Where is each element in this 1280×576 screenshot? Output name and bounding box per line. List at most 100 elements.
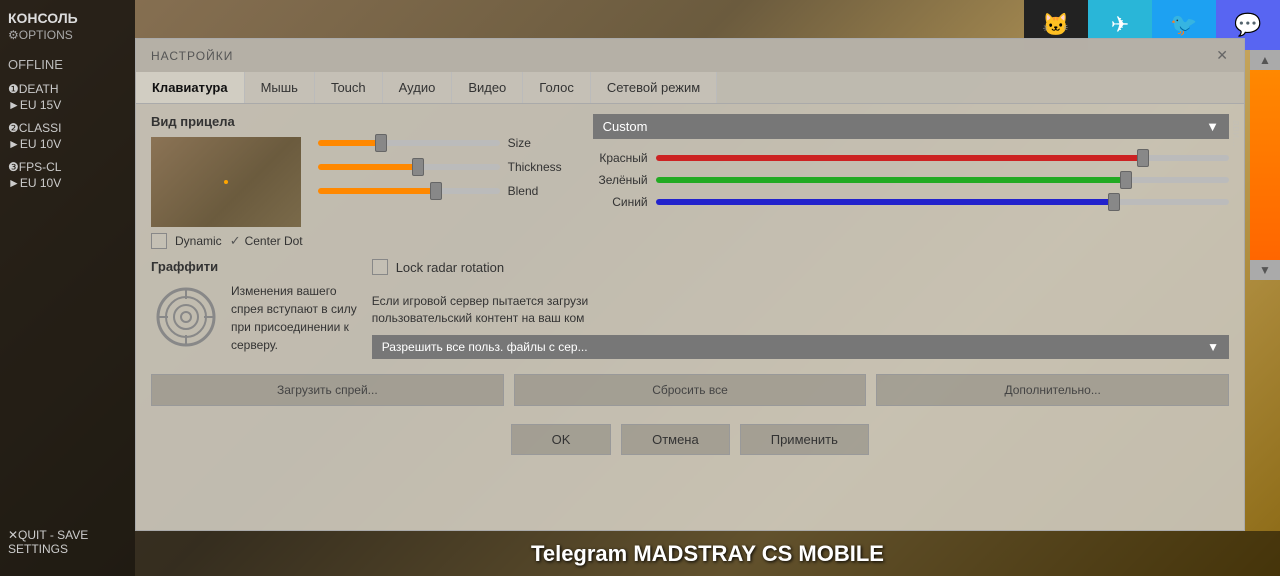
size-slider-row: Size [318, 136, 578, 150]
blue-slider-fill [656, 199, 1115, 205]
color-swatch [1250, 70, 1280, 260]
graffiti-info-text: Изменения вашегоспрея вступают в силупри… [231, 282, 357, 354]
graffiti-content: Изменения вашегоспрея вступают в силупри… [151, 282, 357, 354]
settings-tabs: Клавиатура Мышь Touch Аудио Видео Голос … [136, 72, 1244, 104]
center-dot-label: Center Dot [245, 234, 303, 248]
apply-button[interactable]: Применить [740, 424, 869, 455]
blue-slider-track[interactable] [656, 199, 1229, 205]
server-address-2: ►EU 10V [8, 137, 61, 151]
tab-keyboard[interactable]: Клавиатура [136, 72, 245, 103]
server-number-3: ❸ [8, 160, 19, 174]
console-title: КОНСОЛЬ [8, 10, 127, 26]
scroll-down-arrow[interactable]: ▼ [1250, 260, 1280, 280]
blend-slider-row: Blend [318, 184, 578, 198]
blue-label: Синий [593, 195, 648, 209]
modal-title-bar: НАСТРОЙКИ ✕ [136, 39, 1244, 72]
lock-radar-label: Lock radar rotation [396, 260, 504, 275]
server-dropdown-label: Разрешить все польз. файлы с сер... [382, 340, 588, 354]
center-dot-row: ✓ Center Dot [230, 233, 303, 249]
confirm-buttons-row: OK Отмена Применить [136, 416, 1244, 463]
dynamic-row: Dynamic ✓ Center Dot [151, 233, 303, 249]
crosshair-dot [224, 180, 228, 184]
blend-slider-track[interactable] [318, 188, 500, 194]
dynamic-checkbox[interactable] [151, 233, 167, 249]
blend-slider-fill [318, 188, 436, 194]
additional-button[interactable]: Дополнительно... [876, 374, 1229, 406]
reset-all-button[interactable]: Сбросить все [514, 374, 867, 406]
red-label: Красный [593, 151, 648, 165]
red-slider-fill [656, 155, 1143, 161]
ok-button[interactable]: OK [511, 424, 611, 455]
action-buttons-row: Загрузить спрей... Сбросить все Дополнит… [136, 364, 1244, 416]
graffiti-section: Граффити Изменения ва [151, 259, 357, 359]
thickness-slider-row: Thickness [318, 160, 578, 174]
green-slider-track[interactable] [656, 177, 1229, 183]
custom-dropdown-label: Custom [603, 119, 648, 134]
graffiti-icon [151, 282, 221, 352]
custom-dropdown-arrow: ▼ [1206, 119, 1219, 134]
tab-mouse[interactable]: Мышь [245, 72, 315, 103]
red-color-row: Красный [593, 151, 1229, 165]
server-name-3: FPS-CL [19, 160, 62, 174]
right-lower-section: Lock radar rotation Если игровой сервер … [372, 259, 1229, 359]
server-number-1: ❶ [8, 82, 19, 96]
size-slider-thumb[interactable] [375, 134, 387, 152]
crosshair-label: Вид прицела [151, 114, 303, 129]
sliders-section: Size Thickness Blend [318, 114, 578, 249]
server-dropdown[interactable]: Разрешить все польз. файлы с сер... ▼ [372, 335, 1229, 359]
quit-button[interactable]: ✕QUIT - SAVE SETTINGS [8, 528, 135, 556]
thickness-slider-fill [318, 164, 418, 170]
size-slider-fill [318, 140, 382, 146]
server-section: Если игровой сервер пытается загрузиполь… [372, 293, 1229, 359]
thickness-label: Thickness [508, 160, 578, 174]
tab-voice[interactable]: Голос [523, 72, 591, 103]
cancel-button[interactable]: Отмена [621, 424, 730, 455]
red-slider-track[interactable] [656, 155, 1229, 161]
options-label[interactable]: ⚙OPTIONS [8, 28, 127, 42]
blend-slider-thumb[interactable] [430, 182, 442, 200]
green-slider-fill [656, 177, 1126, 183]
modal-main-content: Вид прицела Dynamic ✓ Center Dot Size [136, 104, 1244, 254]
server-name-1: DEATH [19, 82, 59, 96]
crosshair-preview [151, 137, 301, 227]
blend-label: Blend [508, 184, 578, 198]
offline-status: OFFLINE [8, 57, 127, 72]
green-slider-thumb[interactable] [1120, 171, 1132, 189]
load-spray-button[interactable]: Загрузить спрей... [151, 374, 504, 406]
size-label: Size [508, 136, 578, 150]
server-item-1[interactable]: ❶DEATH ►EU 15V [8, 82, 127, 113]
lower-section: Граффити Изменения ва [136, 254, 1244, 364]
thickness-slider-thumb[interactable] [412, 158, 424, 176]
server-number-2: ❷ [8, 121, 19, 135]
scroll-up-arrow[interactable]: ▲ [1250, 50, 1280, 70]
thickness-slider-track[interactable] [318, 164, 500, 170]
server-item-3[interactable]: ❸FPS-CL ►EU 10V [8, 160, 127, 191]
tab-touch[interactable]: Touch [315, 72, 383, 103]
modal-title-text: НАСТРОЙКИ [151, 49, 233, 63]
lock-radar-checkbox[interactable] [372, 259, 388, 275]
server-info-text: Если игровой сервер пытается загрузиполь… [372, 293, 1229, 327]
green-color-row: Зелёный [593, 173, 1229, 187]
sidebar: КОНСОЛЬ ⚙OPTIONS OFFLINE ❶DEATH ►EU 15V … [0, 0, 135, 576]
blue-slider-thumb[interactable] [1108, 193, 1120, 211]
tab-audio[interactable]: Аудио [383, 72, 453, 103]
modal-close-button[interactable]: ✕ [1216, 47, 1229, 64]
blue-color-row: Синий [593, 195, 1229, 209]
color-section: Custom ▼ Красный Зелёный Синий [593, 114, 1229, 249]
server-dropdown-arrow: ▼ [1207, 340, 1219, 354]
settings-modal: НАСТРОЙКИ ✕ Клавиатура Мышь Touch Аудио … [135, 38, 1245, 531]
server-name-2: CLASSI [19, 121, 62, 135]
tab-network[interactable]: Сетевой режим [591, 72, 717, 103]
custom-dropdown[interactable]: Custom ▼ [593, 114, 1229, 139]
dynamic-label: Dynamic [175, 234, 222, 248]
lock-radar-row: Lock radar rotation [372, 259, 1229, 275]
red-slider-thumb[interactable] [1137, 149, 1149, 167]
tab-video[interactable]: Видео [452, 72, 523, 103]
checkmark-icon: ✓ [230, 233, 241, 249]
server-address-1: ►EU 15V [8, 98, 61, 112]
server-address-3: ►EU 10V [8, 176, 61, 190]
color-preview-bar: ▲ ▼ [1250, 50, 1280, 280]
size-slider-track[interactable] [318, 140, 500, 146]
green-label: Зелёный [593, 173, 648, 187]
server-item-2[interactable]: ❷CLASSI ►EU 10V [8, 121, 127, 152]
